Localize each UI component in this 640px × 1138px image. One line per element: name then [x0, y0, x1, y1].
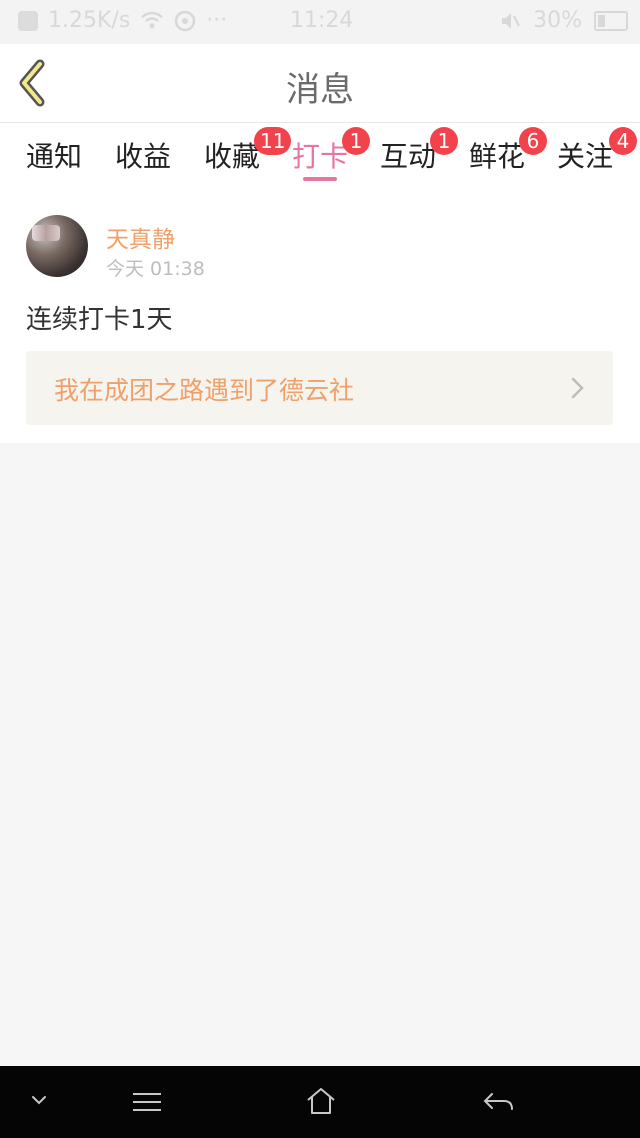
tab-label: 打卡 — [292, 140, 349, 173]
tab-interaction[interactable]: 互动 1 — [380, 127, 458, 175]
tab-bar: 通知 收益 收藏 11 打卡 1 互动 1 鲜花 6 关注 4 — [0, 123, 640, 183]
avatar-image — [32, 225, 60, 241]
tab-label: 关注 — [557, 140, 614, 173]
chevron-down-icon[interactable] — [30, 1094, 48, 1108]
tab-label: 鲜花 — [469, 140, 526, 173]
badge-interaction: 1 — [430, 127, 458, 155]
linked-post-box[interactable]: 我在成团之路遇到了德云社 — [26, 351, 613, 425]
tab-label: 通知 — [26, 140, 83, 173]
status-time: 11:24 — [290, 8, 354, 33]
tab-label: 互动 — [380, 140, 437, 173]
back-icon[interactable] — [482, 1090, 514, 1114]
battery-icon — [594, 10, 628, 31]
header: 消息 — [0, 44, 640, 123]
home-icon[interactable] — [305, 1086, 337, 1116]
battery-percent: 30% — [533, 8, 582, 33]
avatar[interactable] — [26, 215, 88, 277]
tab-earnings[interactable]: 收益 — [115, 135, 171, 175]
post-text: 连续打卡1天 — [26, 305, 173, 335]
author-name[interactable]: 天真静 — [106, 220, 175, 254]
tab-checkin[interactable]: 打卡 1 — [292, 127, 370, 175]
status-bar: 1.25K/s ··· 11:24 30% — [0, 0, 640, 44]
system-nav-bar — [0, 1066, 640, 1138]
menu-icon[interactable] — [132, 1090, 162, 1114]
tab-notifications[interactable]: 通知 — [26, 135, 82, 175]
tab-favorites[interactable]: 收藏 11 — [204, 127, 292, 175]
tab-flowers[interactable]: 鲜花 6 — [469, 127, 547, 175]
network-speed: 1.25K/s — [48, 8, 131, 33]
badge-checkin: 1 — [342, 127, 370, 155]
tab-label: 收藏 — [204, 140, 261, 173]
screen: 1.25K/s ··· 11:24 30% 消息 通知 收益 收藏 11 打卡 … — [0, 0, 640, 1138]
checkin-card: 天真静 今天 01:38 连续打卡1天 我在成团之路遇到了德云社 — [0, 183, 640, 443]
more-dots: ··· — [206, 8, 228, 33]
linked-post-title: 我在成团之路遇到了德云社 — [54, 376, 355, 405]
status-left: 1.25K/s ··· — [18, 8, 227, 33]
mute-icon — [502, 12, 520, 29]
badge-favorites: 11 — [254, 127, 292, 155]
app-notification-icon — [18, 10, 38, 31]
post-time: 今天 01:38 — [106, 258, 205, 280]
chevron-right-icon — [571, 377, 584, 399]
badge-flowers: 6 — [519, 127, 547, 155]
active-tab-indicator — [303, 177, 337, 181]
tab-following[interactable]: 关注 4 — [557, 127, 637, 175]
badge-following: 4 — [609, 127, 637, 155]
wifi-icon — [141, 11, 164, 28]
tab-label: 收益 — [115, 140, 172, 173]
headset-icon — [175, 10, 196, 31]
status-right: 30% — [499, 8, 628, 33]
page-title: 消息 — [286, 70, 354, 110]
